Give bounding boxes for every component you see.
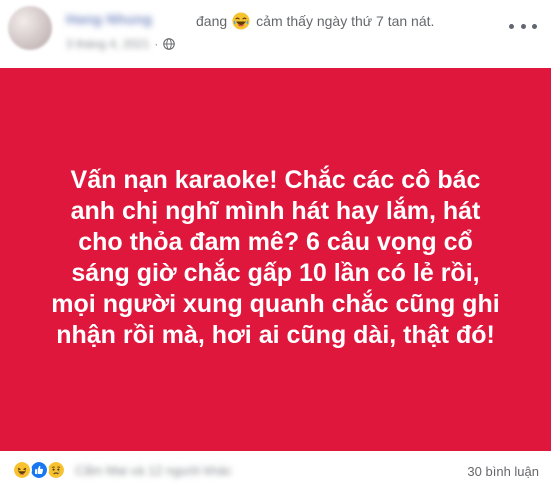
post-footer: Cẩm Mai và 12 người khác 30 bình luận — [0, 451, 551, 497]
post-text: Vấn nạn karaoke! Chắc các cô bác anh chị… — [51, 166, 500, 349]
like-reaction-icon — [29, 460, 49, 480]
meta-separator: · — [154, 37, 159, 51]
feeling-text: cảm thấy ngày thứ 7 tan nát. — [256, 13, 435, 29]
author-name[interactable]: Hang Nhung — [66, 11, 152, 27]
reactions-summary[interactable]: Cẩm Mai và 12 người khác — [12, 460, 232, 480]
post-meta: 3 tháng 4, 2021 · — [66, 37, 176, 51]
status-verb: đang — [196, 13, 228, 29]
timestamp[interactable]: 3 tháng 4, 2021 — [66, 37, 149, 51]
more-dot — [520, 23, 526, 29]
post-background-card: Vấn nạn karaoke! Chắc các cô bác anh chị… — [0, 68, 551, 451]
sad-reaction-icon — [46, 460, 66, 480]
globe-icon[interactable] — [163, 38, 176, 50]
more-options-icon[interactable] — [509, 16, 537, 36]
more-dot — [509, 23, 514, 29]
haha-reaction-icon — [12, 460, 32, 480]
comments-count-link[interactable]: 30 bình luận — [467, 464, 539, 479]
feeling-status: đang cảm thấy ngày thứ 7 tan nát. — [196, 12, 434, 30]
more-dot — [532, 23, 537, 29]
post-header: Hang Nhung đang cảm thấy ngày thứ 7 tan … — [0, 0, 551, 68]
reaction-names[interactable]: Cẩm Mai và 12 người khác — [75, 463, 232, 478]
laughing-emoji-icon — [232, 12, 250, 30]
avatar[interactable] — [8, 6, 52, 50]
